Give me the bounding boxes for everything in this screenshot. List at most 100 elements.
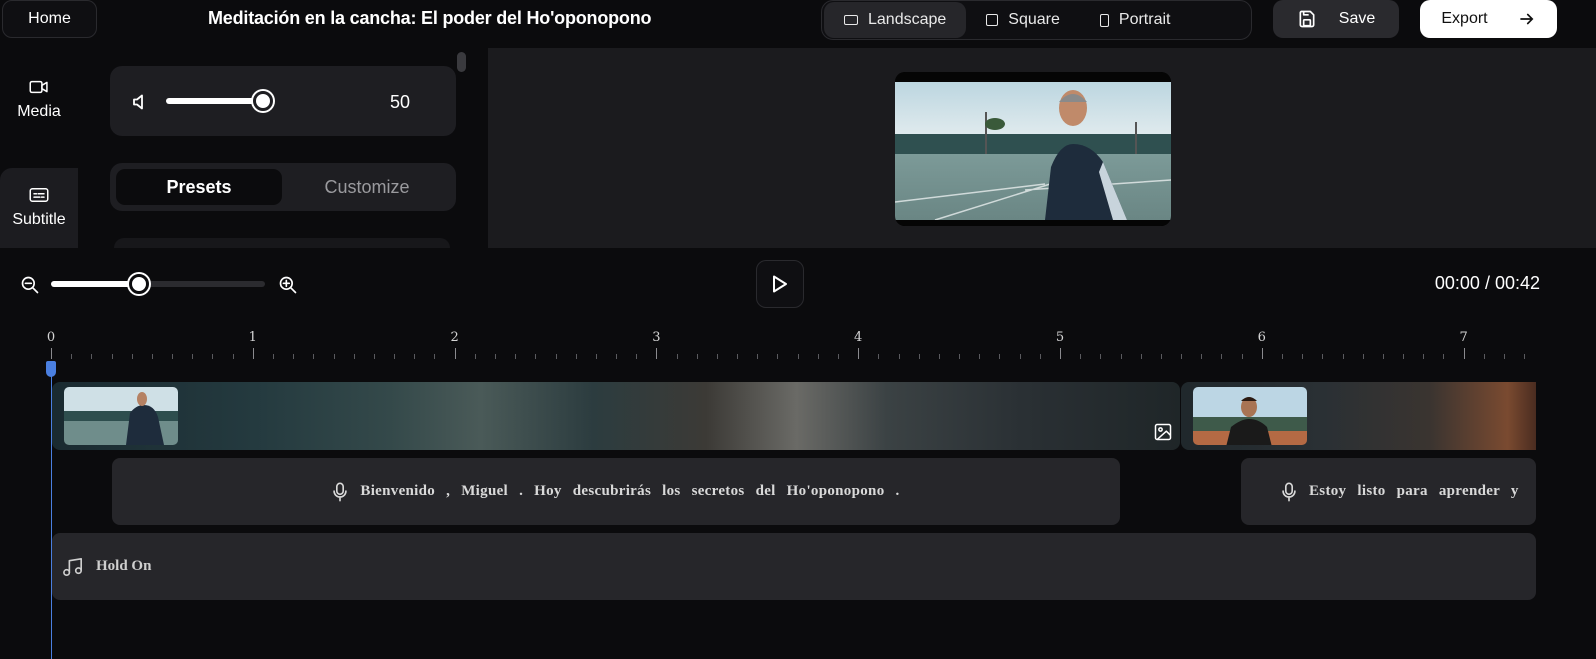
landscape-icon: [844, 15, 858, 25]
ruler-tick: [151, 354, 153, 359]
sidebar-item-subtitle[interactable]: Subtitle: [0, 168, 78, 248]
ruler-tick: [1181, 354, 1183, 359]
ruler-tick: [797, 354, 799, 359]
ruler-label: 4: [854, 330, 863, 345]
aspect-square-option[interactable]: Square: [966, 2, 1080, 38]
play-icon: [773, 275, 787, 293]
ruler-tick: [454, 348, 456, 359]
ruler-tick: [494, 354, 496, 359]
ruler-tick: [71, 354, 73, 359]
sidebar-item-subtitle-label: Subtitle: [12, 211, 66, 228]
ruler-tick: [1080, 354, 1082, 359]
timecode: 00:00 / 00:42: [1435, 273, 1540, 294]
sidebar-item-media[interactable]: Media: [0, 62, 78, 138]
ruler-tick: [1261, 348, 1263, 359]
ruler-tick: [1160, 354, 1162, 359]
subtitle-text: Estoy listo para aprender y: [1309, 483, 1519, 499]
timeline-gutter: [1536, 370, 1596, 659]
portrait-icon: [1099, 13, 1109, 27]
aspect-square-label: Square: [1008, 11, 1060, 28]
audio-clip[interactable]: Hold On: [52, 533, 1536, 600]
play-button[interactable]: [756, 260, 804, 308]
export-button[interactable]: Export: [1420, 0, 1557, 38]
home-button[interactable]: Home: [2, 0, 97, 38]
volume-value: 50: [390, 92, 411, 112]
ruler-tick: [51, 348, 52, 359]
panel-scrollbar[interactable]: [457, 52, 466, 72]
ruler-tick: [414, 354, 416, 359]
save-icon: [1299, 10, 1315, 28]
ruler-tick: [898, 354, 900, 359]
music-note-icon: [63, 557, 82, 576]
ruler-tick: [232, 354, 234, 359]
aspect-ratio-selector: Landscape Square Portrait: [821, 0, 1252, 40]
tab-customize[interactable]: Customize: [284, 169, 450, 205]
audio-track-label: Hold On: [96, 558, 152, 574]
ruler-tick: [212, 354, 214, 359]
square-icon: [986, 14, 999, 26]
aspect-portrait-option[interactable]: Portrait: [1080, 2, 1191, 38]
zoom-out-icon[interactable]: [20, 275, 40, 295]
ruler-tick: [353, 354, 355, 359]
ruler-tick: [333, 354, 335, 359]
volume-slider-handle[interactable]: [253, 91, 273, 111]
zoom-slider-track[interactable]: [51, 281, 265, 287]
volume-slider-track[interactable]: [166, 98, 262, 104]
ruler-tick: [192, 354, 194, 359]
ruler-label: 3: [652, 330, 661, 345]
ruler-tick: [373, 354, 375, 359]
aspect-landscape-option[interactable]: Landscape: [824, 2, 967, 38]
speaker-icon[interactable]: [132, 93, 148, 111]
subtitle-clip[interactable]: Estoy listo para aprender y: [1241, 458, 1536, 525]
zoom-in-icon[interactable]: [278, 275, 298, 295]
ruler-tick: [878, 354, 880, 359]
ruler-tick: [1524, 354, 1526, 359]
ruler-tick: [1039, 354, 1041, 359]
ruler-tick: [1060, 348, 1061, 359]
tab-presets[interactable]: Presets: [116, 169, 282, 205]
ruler-tick: [737, 354, 739, 359]
image-icon[interactable]: [1153, 422, 1173, 442]
zoom-slider-fill: [51, 281, 139, 287]
ruler-tick: [999, 354, 1001, 359]
subtitle-clip[interactable]: Bienvenido , Miguel . Hoy descubrirás lo…: [112, 458, 1120, 525]
clip-thumbnail: [1193, 387, 1307, 445]
microphone-icon: [1282, 482, 1296, 501]
ruler-tick: [394, 354, 396, 359]
project-title: Meditación en la cancha: El poder del Ho…: [208, 8, 652, 28]
ruler-tick: [595, 354, 597, 359]
preview-image: [895, 72, 1171, 226]
ruler-tick: [636, 354, 638, 359]
ruler-tick: [656, 348, 658, 359]
video-preview[interactable]: [895, 72, 1171, 226]
ruler-tick: [716, 354, 718, 359]
timeline-ruler[interactable]: 0 1 2 3 4 5 6 7: [0, 328, 1596, 368]
ruler-tick: [1403, 354, 1405, 359]
ruler-label: 5: [1055, 330, 1065, 345]
time-separator: /: [1479, 273, 1495, 293]
playhead-handle[interactable]: [46, 361, 56, 377]
aspect-portrait-label: Portrait: [1118, 11, 1171, 28]
save-button[interactable]: Save: [1273, 0, 1399, 38]
ruler-tick: [1201, 354, 1203, 359]
ruler-tick: [1322, 354, 1324, 359]
ruler-tick: [91, 354, 93, 359]
total-time: 00:42: [1494, 273, 1540, 293]
ruler-tick: [1423, 354, 1425, 359]
ruler-tick: [1281, 354, 1283, 359]
ruler-tick: [131, 354, 133, 359]
ruler-tick: [474, 354, 476, 359]
ruler-tick: [1342, 354, 1344, 359]
zoom-slider-handle[interactable]: [128, 274, 149, 294]
microphone-icon: [333, 482, 348, 501]
arrow-right-icon: [1519, 13, 1534, 25]
ruler-tick: [1362, 354, 1364, 359]
current-time: 00:00: [1434, 273, 1480, 293]
ruler-tick: [817, 354, 819, 359]
ruler-tick: [1463, 348, 1465, 359]
ruler-label: 6: [1257, 330, 1266, 345]
video-clip[interactable]: [1181, 382, 1536, 450]
video-clip[interactable]: [52, 382, 1180, 450]
ruler-tick: [938, 354, 940, 359]
ruler-tick: [1503, 354, 1505, 359]
